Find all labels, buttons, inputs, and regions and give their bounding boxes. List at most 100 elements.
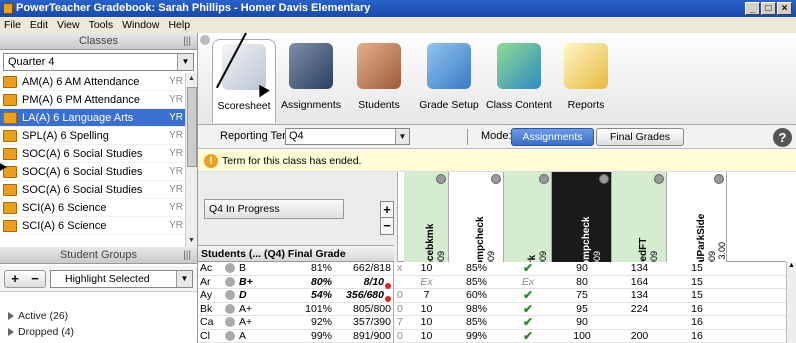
scroll-down-icon[interactable]: ▼ — [186, 235, 197, 247]
score-cell[interactable]: 10 — [404, 303, 449, 316]
score-cell[interactable]: ✔ — [504, 329, 552, 343]
score-cell[interactable]: 10 — [404, 262, 449, 275]
scroll-thumb[interactable] — [187, 87, 197, 167]
assignment-header[interactable]: NtlnPark05/01/2009pts: 10 — [504, 172, 552, 262]
score-cell[interactable]: 16 — [667, 303, 727, 316]
group-dropped[interactable]: Dropped (4) — [8, 326, 74, 338]
score-cell[interactable]: 164 — [612, 276, 667, 289]
term-select[interactable]: Quarter 4 ▼ — [3, 53, 194, 71]
assignment-header[interactable]: NationalParkSide05/06/2009pts: 16 x 3.00 — [667, 172, 727, 262]
score-cell[interactable]: 224 — [612, 303, 667, 316]
score-cell[interactable]: 75 — [552, 289, 612, 302]
tool-assignments[interactable]: Assignments — [278, 39, 344, 123]
remove-group-button[interactable]: − — [25, 271, 45, 287]
highlight-select[interactable]: Highlight Selected ▼ — [50, 270, 193, 288]
class-item[interactable]: SCI(A) 6 Science YR — [0, 199, 197, 217]
score-cell[interactable]: 98% — [449, 303, 504, 316]
assignment-menu-icon[interactable] — [491, 174, 501, 184]
class-list-scrollbar[interactable]: ▲ ▼ — [185, 73, 197, 247]
score-cell[interactable]: 99% — [449, 330, 504, 343]
score-cell[interactable]: Ex — [404, 276, 449, 289]
score-cell[interactable]: 80 — [552, 276, 612, 289]
score-cell[interactable]: 7 — [404, 289, 449, 302]
grade-info-icon[interactable] — [225, 263, 235, 273]
score-cell[interactable]: ✔ — [504, 302, 552, 316]
menu-view[interactable]: View — [57, 17, 80, 33]
score-cell[interactable]: 85% — [449, 316, 504, 329]
help-icon[interactable]: ? — [773, 128, 792, 147]
assignment-header[interactable]: sequencebkmk04/24/2009pts: 10 — [404, 172, 449, 262]
zoom-out-button[interactable]: − — [381, 218, 393, 234]
tool-students[interactable]: Students — [348, 39, 410, 123]
class-item[interactable]: SCI(A) 6 Science YR — [0, 217, 197, 235]
score-cell[interactable]: 16 — [667, 316, 727, 329]
assignment-menu-icon[interactable] — [599, 174, 609, 184]
mode-assignments-button[interactable]: Assignments — [511, 128, 594, 146]
assignment-menu-icon[interactable] — [539, 174, 549, 184]
expand-triangle-icon[interactable] — [8, 312, 14, 321]
group-active[interactable]: Active (26) — [8, 310, 68, 322]
score-cell[interactable]: 90 — [552, 262, 612, 275]
score-cell[interactable]: 95 — [552, 303, 612, 316]
collapse-icon[interactable] — [200, 35, 210, 45]
add-group-button[interactable]: + — [5, 271, 25, 287]
score-cell[interactable]: 200 — [612, 330, 667, 343]
table-row[interactable]: Ac B 81% 662/818 x 10 85% ✔ 90 134 15 — [198, 262, 786, 276]
class-item[interactable]: LA(A) 6 Language Arts YR — [0, 109, 197, 127]
grade-info-icon[interactable] — [225, 330, 235, 341]
assignment-header[interactable]: wk34compcheck04/24/2009% — [449, 172, 504, 262]
menu-help[interactable]: Help — [168, 17, 190, 33]
score-cell[interactable]: 15 — [667, 289, 727, 302]
minimize-button[interactable]: _ — [745, 2, 760, 15]
class-item[interactable]: AM(A) 6 AM Attendance YR — [0, 73, 197, 91]
menu-file[interactable]: File — [4, 17, 21, 33]
score-cell[interactable]: 10 — [404, 316, 449, 329]
assignment-header[interactable]: wk35compcheck05/01/2009pts: 100 — [552, 172, 612, 262]
score-cell[interactable]: ✔ — [504, 289, 552, 302]
scroll-up-icon[interactable]: ▲ — [186, 73, 197, 85]
assignment-menu-icon[interactable] — [654, 174, 664, 184]
score-cell[interactable]: 134 — [612, 262, 667, 275]
tool-grade-setup[interactable]: Grade Setup — [416, 39, 482, 123]
table-row[interactable]: Cl A 99% 891/900 0 10 99% ✔ 100 200 16 — [198, 329, 786, 343]
menu-tools[interactable]: Tools — [89, 17, 114, 33]
class-item[interactable]: SOC(A) 6 Social Studies YR — [0, 145, 197, 163]
score-cell[interactable]: 100 — [552, 330, 612, 343]
score-cell[interactable]: 85% — [449, 262, 504, 275]
roster-header[interactable]: Students (... (Q4) Final Grade — [198, 246, 396, 262]
reporting-term-select[interactable]: Q4 ▼ — [285, 128, 410, 145]
panel-grip-icon[interactable]: ||| — [183, 247, 191, 264]
score-cell[interactable]: Ex — [504, 276, 552, 289]
table-row[interactable]: Bk A+ 101% 805/800 0 10 98% ✔ 95 224 16 — [198, 302, 786, 316]
score-cell[interactable]: 15 — [667, 262, 727, 275]
expand-triangle-icon[interactable] — [8, 328, 14, 337]
score-cell[interactable]: 10 — [404, 330, 449, 343]
grid-scrollbar[interactable]: ▲ — [786, 262, 796, 343]
class-item[interactable]: PM(A) 6 PM Attendance YR — [0, 91, 197, 109]
tool-class-content[interactable]: Class Content — [484, 39, 554, 123]
menu-window[interactable]: Window — [122, 17, 159, 33]
table-row[interactable]: Ar B+ 80% 8/10 Ex 85% Ex 80 164 15 — [198, 275, 786, 289]
class-item[interactable]: SOC(A) 6 Social Studies YR — [0, 181, 197, 199]
grade-info-icon[interactable] — [225, 303, 235, 314]
table-row[interactable]: Ay D 54% 356/680 0 7 60% ✔ 75 134 15 — [198, 289, 786, 303]
score-cell[interactable]: 90 — [552, 316, 612, 329]
scroll-up-icon[interactable]: ▲ — [787, 262, 796, 269]
grade-info-icon[interactable] — [225, 290, 235, 300]
assignment-menu-icon[interactable] — [714, 174, 724, 184]
table-row[interactable]: Ca A+ 92% 357/390 7 10 85% ✔ 90 16 — [198, 316, 786, 330]
class-item[interactable]: SPL(A) 6 Spelling YR — [0, 127, 197, 145]
zoom-in-button[interactable]: + — [381, 202, 393, 218]
assignment-menu-icon[interactable] — [436, 174, 446, 184]
maximize-button[interactable]: □ — [761, 2, 776, 15]
mode-final-grades-button[interactable]: Final Grades — [596, 128, 684, 146]
assignment-header[interactable]: FracturedFT05/04/2009pts: 200 — [612, 172, 667, 262]
chevron-down-icon[interactable]: ▼ — [176, 271, 192, 287]
score-cell[interactable]: 16 — [667, 330, 727, 343]
panel-grip-icon[interactable]: ||| — [183, 33, 191, 50]
score-cell[interactable]: 85% — [449, 276, 504, 289]
score-cell[interactable]: ✔ — [504, 262, 552, 275]
chevron-down-icon[interactable]: ▼ — [395, 129, 409, 144]
grade-info-icon[interactable] — [225, 276, 235, 287]
menu-edit[interactable]: Edit — [30, 17, 48, 33]
